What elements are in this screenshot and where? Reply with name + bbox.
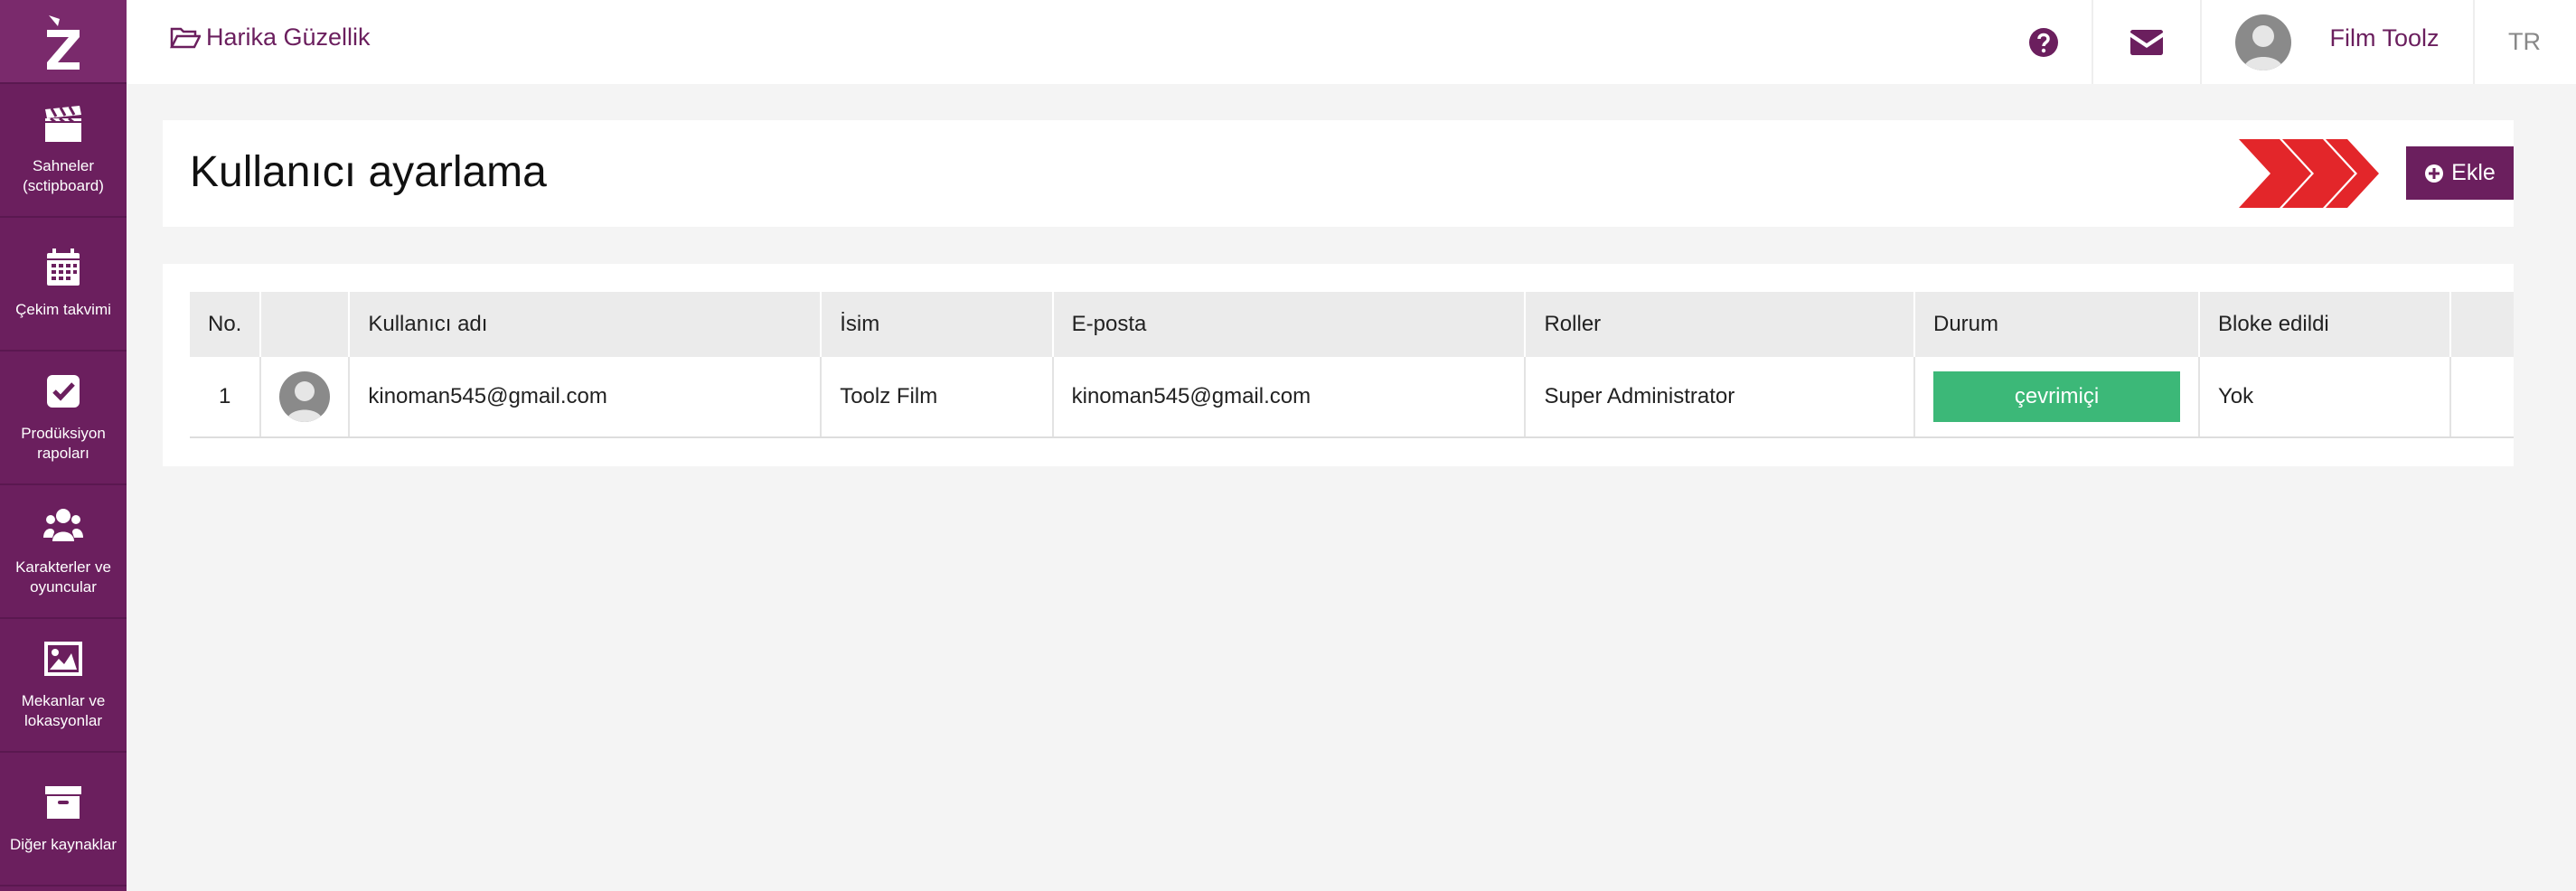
sidebar-item-locations[interactable]: Mekanlar ve lokasyonlar	[0, 619, 127, 753]
chevron-arrows-icon	[2239, 139, 2379, 208]
question-circle-icon	[2029, 27, 2058, 57]
add-button-label: Ekle	[2451, 160, 2496, 185]
table-header-row: No. Kullanıcı adı İsim E-posta Roller Du…	[190, 292, 2514, 357]
cell-blocked: Yok	[2199, 357, 2452, 438]
sidebar-item-label: Diğer kaynaklar	[9, 836, 118, 853]
user-menu[interactable]: Film Toolz	[2200, 0, 2473, 84]
column-header-blocked[interactable]: Bloke edildi	[2199, 292, 2452, 357]
sidebar-item-label: Sahneler (sctipboard)	[23, 157, 104, 194]
checkbox-icon	[47, 375, 80, 408]
avatar	[279, 371, 331, 422]
page-header: Kullanıcı ayarlama Ekle	[163, 120, 2514, 227]
language-label: TR	[2508, 28, 2541, 55]
z-logo-icon	[47, 14, 80, 70]
column-header-no[interactable]: No.	[190, 292, 262, 357]
user-name: Film Toolz	[2329, 24, 2440, 52]
cell-actions	[2450, 357, 2514, 438]
sidebar-item-other-resources[interactable]: Diğer kaynaklar	[0, 753, 127, 886]
sidebar-item-label: Prodüksiyon rapoları	[21, 425, 106, 462]
messages-button[interactable]	[2092, 0, 2200, 84]
add-user-button[interactable]: Ekle	[2406, 146, 2514, 200]
project-name: Harika Güzellik	[206, 23, 371, 51]
cell-name: Toolz Film	[821, 357, 1054, 438]
user-silhouette-icon	[287, 381, 324, 422]
envelope-icon	[2130, 29, 2163, 55]
column-header-actions	[2450, 292, 2514, 357]
cell-status: çevrimiçi	[1914, 357, 2200, 438]
column-header-name[interactable]: İsim	[821, 292, 1054, 357]
sidebar-item-label: Mekanlar ve lokasyonlar	[21, 692, 106, 729]
cell-avatar	[260, 357, 351, 438]
status-badge: çevrimiçi	[1933, 371, 2180, 422]
page-title: Kullanıcı ayarlama	[190, 148, 547, 196]
users-table: No. Kullanıcı adı İsim E-posta Roller Du…	[190, 292, 2514, 438]
cell-username: kinoman545@gmail.com	[349, 357, 823, 438]
sidebar: Sahneler (sctipboard) Çekim takvimi Prod…	[0, 0, 127, 891]
sidebar-item-scenes[interactable]: Sahneler (sctipboard)	[0, 84, 127, 218]
avatar	[2235, 14, 2292, 70]
plus-circle-icon	[2425, 164, 2444, 183]
table-row[interactable]: 1 kinoman545@gmail.com Toolz Film kinoma…	[190, 357, 2514, 438]
user-silhouette-icon	[2243, 24, 2284, 70]
sidebar-item-shooting-schedule[interactable]: Çekim takvimi	[0, 218, 127, 352]
sidebar-item-label: Karakterler ve oyuncular	[15, 558, 111, 596]
sidebar-item-production-reports[interactable]: Prodüksiyon rapoları	[0, 352, 127, 485]
column-header-status[interactable]: Durum	[1914, 292, 2200, 357]
help-button[interactable]	[1989, 0, 2098, 84]
users-icon	[43, 509, 83, 541]
folder-open-icon	[170, 27, 201, 48]
top-bar: Harika Güzellik Film Toolz TR	[127, 0, 2576, 84]
clapperboard-icon	[45, 106, 81, 142]
users-table-card: No. Kullanıcı adı İsim E-posta Roller Du…	[163, 264, 2514, 466]
column-header-roles[interactable]: Roller	[1525, 292, 1915, 357]
project-selector[interactable]: Harika Güzellik	[170, 23, 371, 52]
cell-email: kinoman545@gmail.com	[1052, 357, 1527, 438]
column-header-username[interactable]: Kullanıcı adı	[349, 292, 823, 357]
calendar-icon	[47, 249, 80, 286]
column-header-email[interactable]: E-posta	[1052, 292, 1527, 357]
column-header-avatar	[260, 292, 351, 357]
cell-no: 1	[190, 357, 262, 438]
language-selector[interactable]: TR	[2473, 0, 2574, 84]
cell-roles: Super Administrator	[1525, 357, 1915, 438]
app-logo[interactable]	[0, 0, 127, 84]
sidebar-item-label: Çekim takvimi	[15, 301, 111, 318]
image-icon	[44, 642, 82, 676]
sidebar-item-characters-actors[interactable]: Karakterler ve oyuncular	[0, 485, 127, 619]
archive-icon	[45, 786, 81, 819]
